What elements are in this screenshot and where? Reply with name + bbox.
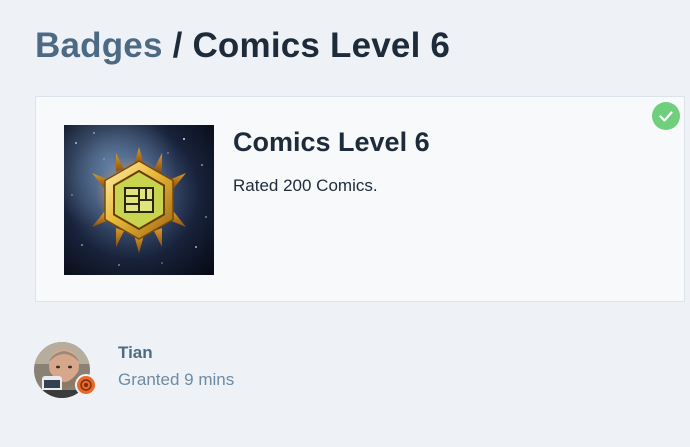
- comic-book-emblem-icon: [64, 125, 214, 275]
- badge-page: Badges / Comics Level 6 Comics Level 6 R…: [0, 0, 690, 447]
- username-link[interactable]: Tian: [118, 343, 153, 363]
- badge-description: Rated 200 Comics.: [233, 176, 378, 195]
- granted-time: Granted 9 mins: [118, 370, 235, 389]
- flair-badge-icon: [75, 374, 97, 396]
- breadcrumb-badges-link[interactable]: Badges: [35, 26, 163, 65]
- badge-card: Comics Level 6 Rated 200 Comics.: [35, 96, 685, 302]
- checkmark-icon: [652, 102, 680, 130]
- badge-name: Comics Level 6: [233, 127, 430, 157]
- page-title-badge-name: Comics Level 6: [192, 26, 451, 65]
- breadcrumb-separator: /: [172, 26, 183, 65]
- page-title: Badges / Comics Level 6: [35, 26, 450, 66]
